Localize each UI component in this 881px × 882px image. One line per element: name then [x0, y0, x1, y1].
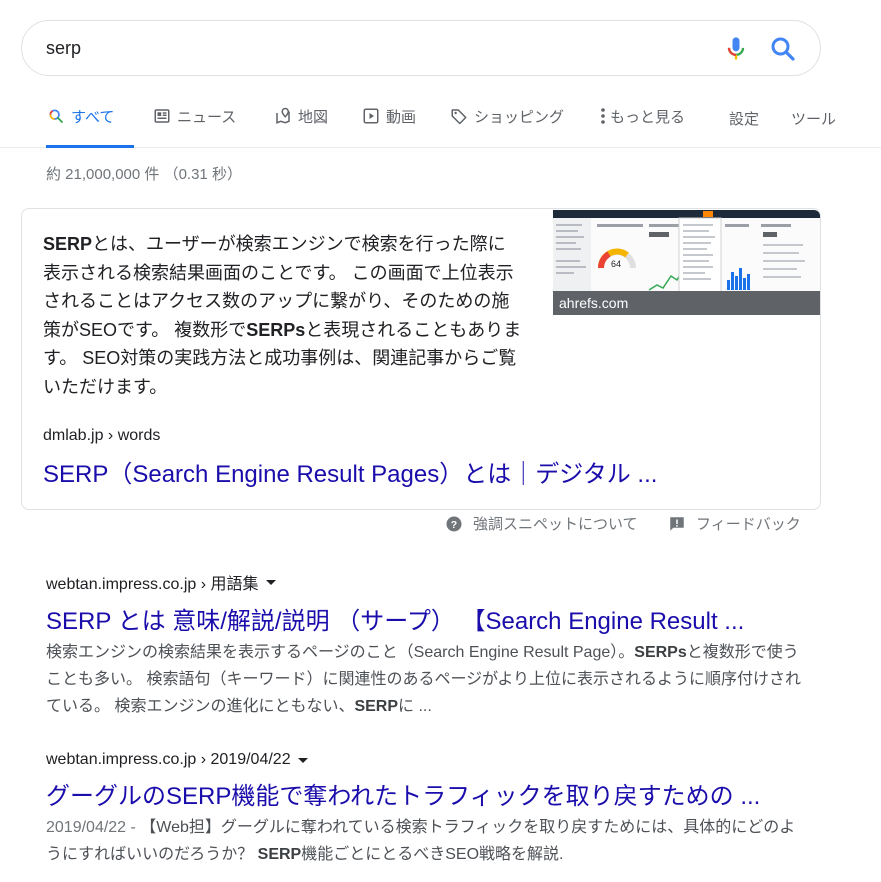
- tab-tools[interactable]: ツール: [791, 108, 836, 150]
- featured-cite: dmlab.jp › words: [43, 427, 161, 444]
- tab-settings[interactable]: 設定: [729, 108, 759, 150]
- snippet-text: 機能ごとにとるべきSEO戦略を解説.: [301, 846, 564, 863]
- tab-maps[interactable]: 地図: [273, 106, 328, 148]
- result-cite: webtan.impress.co.jp › 用語集: [46, 570, 806, 594]
- tab-all[interactable]: すべて: [46, 106, 134, 148]
- tab-news[interactable]: ニュース: [152, 106, 236, 148]
- tab-label: 動画: [386, 109, 417, 126]
- search-input[interactable]: [46, 34, 686, 62]
- featured-snippet: SERPとは、ユーザーが検索エンジンで検索を行った際に表示される検索結果画面のこ…: [21, 208, 821, 510]
- image-source-caption: ahrefs.com: [553, 291, 820, 315]
- tab-videos[interactable]: 動画: [361, 106, 416, 148]
- chevron-down-icon[interactable]: [297, 757, 308, 763]
- result-snippet: 検索エンジンの検索結果を表示するページのこと（Search Engine Res…: [46, 639, 806, 720]
- svg-text:?: ?: [451, 518, 457, 530]
- featured-image[interactable]: 64 ahrefs.com: [553, 210, 820, 315]
- gauge-value: 64: [611, 259, 621, 269]
- featured-snippet-text: SERPとは、ユーザーが検索エンジンで検索を行った際に表示される検索結果画面のこ…: [43, 230, 523, 401]
- result-snippet: 2019/04/22 - 【Web担】グーグルに奪われている検索トラフィックを取…: [46, 814, 806, 868]
- tab-label: ショッピング: [474, 109, 565, 126]
- tab-label: 設定: [729, 111, 760, 128]
- featured-title-link[interactable]: SERP（Search Engine Result Pages）とは｜デジタル …: [43, 454, 657, 489]
- bold-term: SERPs: [246, 319, 306, 340]
- result-title-link[interactable]: グーグルのSERP機能で奪われたトラフィックを取り戻すための ...: [46, 776, 806, 811]
- bold-term: SERP: [43, 234, 93, 254]
- tab-label: ニュース: [177, 109, 237, 126]
- newspaper-icon: [152, 106, 172, 126]
- about-snippets-link[interactable]: ? 強調スニペットについて: [445, 513, 638, 534]
- more-vert-icon: [598, 106, 608, 126]
- play-icon: [361, 106, 381, 126]
- bold-term: SERP: [354, 698, 399, 715]
- result-url: webtan.impress.co.jp › 2019/04/22: [46, 751, 291, 768]
- tab-label: すべて: [71, 109, 115, 126]
- feedback-icon: [668, 515, 686, 533]
- map-pin-icon: [273, 106, 293, 126]
- search-result: webtan.impress.co.jp › 用語集 SERP とは 意味/解説…: [46, 570, 806, 720]
- tab-label: ツール: [791, 111, 837, 128]
- result-date: 2019/04/22 -: [46, 819, 141, 836]
- bold-term: SERP: [257, 846, 302, 863]
- search-icon[interactable]: [768, 34, 798, 64]
- result-url: webtan.impress.co.jp › 用語集: [46, 576, 259, 593]
- tab-label: 地図: [298, 109, 329, 126]
- search-result: webtan.impress.co.jp › 2019/04/22 グーグルのS…: [46, 751, 806, 868]
- feedback-link[interactable]: フィードバック: [668, 513, 801, 534]
- result-cite: webtan.impress.co.jp › 2019/04/22: [46, 751, 806, 769]
- snippet-text: に ...: [398, 698, 432, 715]
- search-tabs: すべて ニュース 地図 動画 ショッピング もっと見る 設定 ツール: [0, 96, 881, 148]
- help-icon: ?: [445, 515, 463, 533]
- microphone-icon[interactable]: [722, 35, 750, 63]
- tag-icon: [449, 106, 469, 126]
- feedback-label: フィードバック: [696, 516, 801, 533]
- result-stats: 約 21,000,000 件 （0.31 秒）: [46, 166, 242, 183]
- search-box[interactable]: [21, 20, 821, 76]
- tab-shopping[interactable]: ショッピング: [449, 106, 564, 148]
- snippet-text: 検索エンジンの検索結果を表示するページのこと（Search Engine Res…: [46, 644, 635, 661]
- tab-more[interactable]: もっと見る: [598, 106, 685, 148]
- about-snippets-label: 強調スニペットについて: [473, 516, 638, 533]
- bold-term: SERPs: [634, 644, 687, 661]
- result-title-link[interactable]: SERP とは 意味/解説/説明 （サープ） 【Search Engine Re…: [46, 601, 806, 636]
- tab-label: もっと見る: [610, 109, 686, 126]
- search-icon: [46, 106, 66, 126]
- chevron-down-icon[interactable]: [265, 579, 276, 585]
